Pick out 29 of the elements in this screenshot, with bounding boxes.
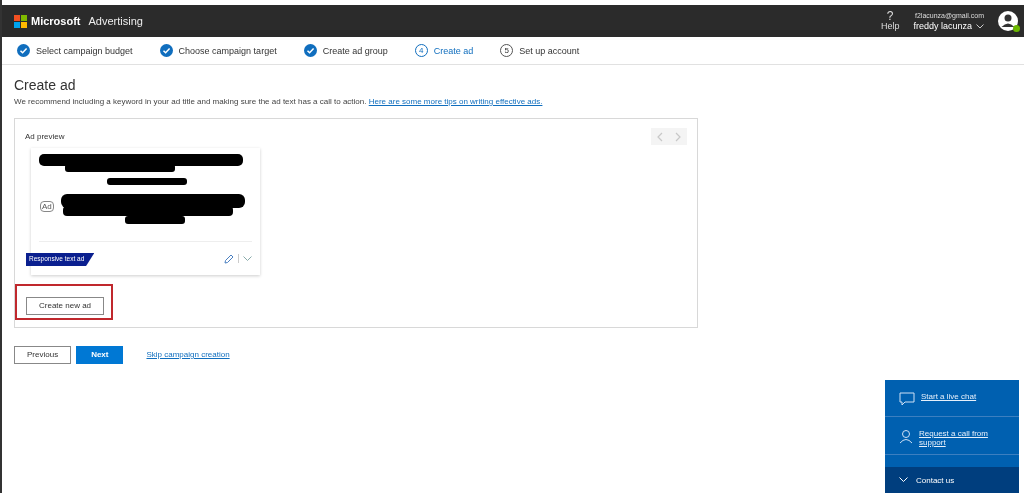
- contact-link[interactable]: Request a call from support: [919, 429, 1009, 447]
- next-button[interactable]: Next: [76, 345, 124, 364]
- pencil-icon[interactable]: [224, 253, 234, 264]
- ad-label: Ad: [40, 201, 54, 212]
- step-item[interactable]: 5 Set up account: [500, 44, 580, 57]
- skip-link[interactable]: Skip campaign creation: [146, 350, 230, 359]
- intro-text: We recommend including a keyword in your ad title and making sure the ad text has a call to action. Here are some more tips on writing effective ads.: [14, 97, 544, 106]
- brand-name: Microsoft: [31, 15, 81, 27]
- account-name-button[interactable]: freddy lacunza: [913, 21, 984, 32]
- check-circle-icon: [159, 44, 173, 57]
- tips-link[interactable]: Here are some more tips on writing effective ads.: [368, 97, 543, 106]
- step-item[interactable]: 4 Create ad: [414, 44, 474, 57]
- help-button[interactable]: ? Help: [880, 11, 900, 31]
- step-item[interactable]: Select campaign budget: [17, 44, 133, 57]
- previous-button[interactable]: Previous: [14, 345, 72, 364]
- check-circle-icon: [17, 44, 30, 57]
- four-squares-logo-icon: [14, 14, 27, 28]
- check-circle-icon: [303, 44, 317, 57]
- avatar[interactable]: [998, 11, 1018, 31]
- panel-title: Ad preview: [25, 132, 65, 141]
- contact-link[interactable]: Start a live chat: [921, 392, 977, 401]
- page-title: Create ad: [14, 77, 77, 93]
- chat-bubble-icon: [899, 392, 915, 406]
- create-new-ad-button[interactable]: Create new ad: [26, 296, 105, 315]
- product-name[interactable]: Advertising: [88, 15, 143, 27]
- contact-us-button[interactable]: Contact us: [885, 467, 1019, 493]
- chevron-down-icon[interactable]: [976, 24, 984, 29]
- step-item[interactable]: Create ad group: [303, 44, 388, 57]
- step-item[interactable]: Choose campaign target: [159, 44, 277, 57]
